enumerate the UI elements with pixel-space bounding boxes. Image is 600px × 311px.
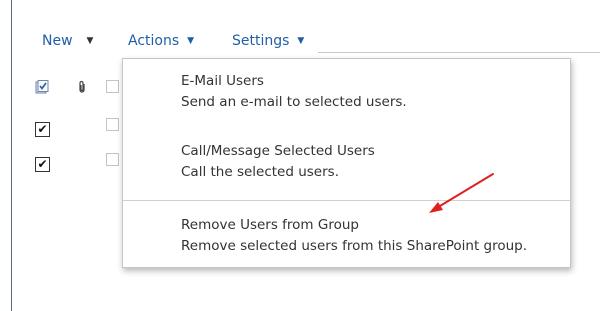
menu-item-title: E-Mail Users bbox=[181, 73, 264, 89]
actions-dropdown-menu: E-Mail Users Send an e-mail to selected … bbox=[122, 58, 571, 268]
menu-item-description: Remove selected users from this SharePoi… bbox=[181, 238, 528, 254]
menu-item-title: Remove Users from Group bbox=[181, 217, 359, 233]
select-all-icon[interactable] bbox=[35, 80, 49, 94]
menu-item-call-message-users[interactable]: Call/Message Selected Users Call the sel… bbox=[181, 141, 375, 183]
row-item-checkbox[interactable] bbox=[106, 118, 119, 131]
menu-item-email-users[interactable]: E-Mail Users Send an e-mail to selected … bbox=[181, 71, 407, 113]
menu-item-remove-users-from-group[interactable]: Remove Users from Group Remove selected … bbox=[181, 215, 527, 257]
new-label: New bbox=[42, 33, 73, 49]
attachment-icon bbox=[77, 80, 91, 94]
settings-label: Settings bbox=[232, 33, 290, 49]
caret-down-icon: ▼ bbox=[297, 36, 305, 46]
toolbar: New ▼ Actions ▼ Settings ▼ bbox=[0, 0, 600, 60]
menu-separator bbox=[123, 200, 570, 201]
menu-item-title: Call/Message Selected Users bbox=[181, 143, 375, 159]
row-item-checkbox[interactable] bbox=[106, 153, 119, 166]
caret-down-icon: ▼ bbox=[86, 36, 94, 46]
actions-label: Actions bbox=[128, 33, 180, 49]
caret-down-icon: ▼ bbox=[187, 36, 195, 46]
new-menu-button[interactable]: New ▼ bbox=[42, 33, 93, 49]
menu-item-description: Send an e-mail to selected users. bbox=[181, 94, 407, 110]
row-select-checkbox[interactable]: ✔ bbox=[35, 157, 50, 172]
settings-menu-button[interactable]: Settings ▼ bbox=[232, 33, 304, 49]
toolbar-divider bbox=[318, 52, 600, 53]
menu-item-description: Call the selected users. bbox=[181, 164, 339, 180]
header-item-checkbox[interactable] bbox=[106, 80, 119, 93]
actions-menu-button[interactable]: Actions ▼ bbox=[128, 33, 194, 49]
row-select-checkbox[interactable]: ✔ bbox=[35, 122, 50, 137]
